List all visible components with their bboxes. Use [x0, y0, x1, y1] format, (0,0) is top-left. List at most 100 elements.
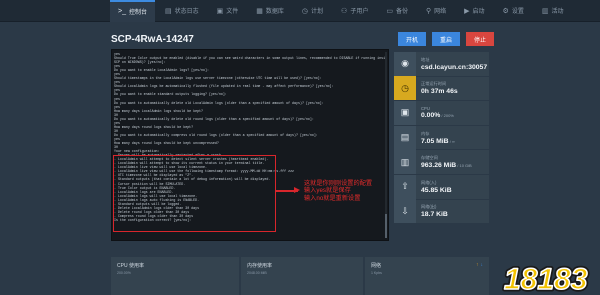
nav-label: 计划: [311, 9, 324, 15]
stat-value: 0.00%: [421, 112, 441, 120]
nav-icon: ▥: [541, 7, 549, 15]
nav-icon: ▦: [256, 7, 263, 15]
stat-wifi: ◉ 地址 csd.lcayun.cn:30057: [394, 51, 489, 77]
nav-label: 文件: [226, 9, 239, 15]
network-card: 网络 1 Kpbs ↑ ↓: [365, 257, 489, 295]
stat-value-row: csd.lcayun.cn:30057: [421, 64, 487, 71]
server-stats: ◉ 地址 csd.lcayun.cn:30057 ◷ 正常运行时间 0h 37m 46s ▣…: [394, 51, 489, 225]
nav-item-1[interactable]: ▤ 状态日志: [157, 0, 207, 22]
card-value: 200.00%: [117, 271, 131, 275]
nav-label: 子用户: [350, 9, 369, 15]
stat-label: 正常运行时间: [421, 81, 447, 87]
stat-upload: ⇧ 网络(入) 45.85 KiB: [394, 174, 489, 200]
disk-icon: ▥: [394, 150, 416, 175]
cpu-usage-card: CPU 使用率 200.00%: [111, 257, 239, 295]
stat-unit: / 10 GiB: [456, 163, 472, 169]
nav-item-2[interactable]: ▣ 文件: [209, 0, 247, 22]
card-title: 网络: [371, 263, 382, 269]
nav-item-8[interactable]: ▶ 启动: [456, 0, 492, 22]
stat-label: 网络(出): [421, 204, 437, 210]
watermark-text: 18183: [504, 263, 588, 295]
nav-item-3[interactable]: ▦ 数据库: [248, 0, 292, 22]
upload-icon: ⇧: [394, 174, 416, 199]
nav-label: 数据库: [265, 9, 284, 15]
nav-item-0[interactable]: >_ 控制台: [110, 0, 155, 22]
nav-icon: ⚇: [341, 7, 348, 15]
watermark-logo: 18183 18183: [502, 261, 591, 295]
stat-memory: ▤ 内存 7.05 MiB / ∞: [394, 125, 489, 151]
stat-text: 正常运行时间 0h 37m 46s: [416, 81, 458, 95]
memory-icon: ▤: [394, 125, 416, 150]
nav-label: 网络: [434, 9, 447, 15]
stat-value: 963.26 MiB: [421, 162, 457, 170]
annotation-line: 输入no就是重新设置: [304, 194, 361, 202]
stat-value: 0h 37m 46s: [421, 88, 458, 96]
cpu-icon: ▣: [394, 100, 416, 125]
stat-value-row: 18.7 KiB: [421, 211, 448, 218]
nav-icon: ▤: [165, 7, 172, 15]
stat-label: 内存: [421, 130, 430, 136]
stat-label: 地址: [421, 56, 430, 62]
network-legend: ↑ ↓: [476, 262, 483, 268]
stat-disk: ▥ 存储空间 963.26 MiB / 10 GiB: [394, 150, 489, 175]
nav-item-9[interactable]: ⚙ 设置: [495, 0, 532, 22]
memory-usage-card: 内存使用率 2048.00 MiB: [241, 257, 363, 295]
stat-text: 存储空间 963.26 MiB / 10 GiB: [416, 155, 472, 169]
console-scroll-thumb[interactable]: [385, 214, 387, 238]
top-nav: >_ 控制台 ▤ 状态日志 ▣ 文件 ▦ 数据库 ◷ 计划 ⚇ 子用户 ▭ 备份 ⚲ 网络 ▶ 启动 ⚙ 设置 ▥ 活动: [0, 0, 600, 22]
stat-label: 存储空间: [421, 155, 438, 161]
nav-label: 启动: [472, 9, 485, 15]
nav-label: 状态日志: [174, 9, 199, 15]
stat-cpu: ▣ CPU 0.00% / 200%: [394, 100, 489, 126]
nav-icon: ⚲: [425, 7, 432, 15]
stat-value-row: 0.00% / 200%: [421, 112, 454, 119]
stat-value-row: 7.05 MiB / ∞: [421, 138, 455, 145]
clock-icon: ◷: [394, 76, 416, 101]
annotation-line: 输入yes就是保存: [304, 187, 351, 195]
nav-icon: ▣: [216, 7, 224, 15]
card-title: 内存使用率: [247, 263, 273, 269]
stat-text: 内存 7.05 MiB / ∞: [416, 131, 455, 145]
nav-label: 备份: [395, 9, 408, 15]
stat-text: 网络(入) 45.85 KiB: [416, 180, 452, 194]
card-title: CPU 使用率: [117, 263, 144, 269]
nav-icon: ▶: [464, 7, 470, 15]
download-icon: ⇩: [394, 199, 416, 224]
stop-button[interactable]: 停止: [466, 32, 494, 46]
restart-button[interactable]: 重启: [432, 32, 460, 46]
power-actions: 开机 重启 停止: [398, 32, 494, 46]
wifi-icon: ◉: [394, 51, 416, 76]
nav-label: 活动: [551, 9, 564, 15]
config-highlight-box: [113, 155, 276, 232]
stat-value: 45.85 KiB: [421, 186, 452, 194]
stat-label: 网络(入): [421, 179, 437, 185]
stat-unit: / 200%: [440, 113, 454, 119]
nav-icon: ▭: [386, 7, 393, 15]
nav-label: 设置: [511, 9, 524, 15]
annotation-arrow-head: [294, 187, 300, 193]
arrow-up-icon: ↑: [476, 262, 479, 268]
card-value: 1 Kpbs: [371, 271, 382, 275]
stat-value-row: 0h 37m 46s: [421, 88, 458, 95]
nav-label: 控制台: [128, 10, 147, 16]
start-button[interactable]: 开机: [398, 32, 426, 46]
stat-unit: / ∞: [448, 138, 455, 144]
stat-value-row: 45.85 KiB: [421, 187, 452, 194]
nav-item-10[interactable]: ▥ 活动: [534, 0, 572, 22]
card-value: 2048.00 MiB: [247, 271, 267, 275]
stat-text: 地址 csd.lcayun.cn:30057: [416, 57, 487, 71]
annotation-text: 这就是你刚刚设置的配置 输入yes就是保存 输入no就是重新设置: [304, 180, 372, 202]
stat-text: 网络(出) 18.7 KiB: [416, 204, 448, 218]
nav-item-6[interactable]: ▭ 备份: [378, 0, 416, 22]
stat-value: csd.lcayun.cn:30057: [421, 63, 488, 71]
nav-icon: ⚙: [502, 7, 509, 15]
nav-item-4[interactable]: ◷ 计划: [294, 0, 331, 22]
console-scrollbar[interactable]: [385, 52, 387, 238]
stat-value: 18.7 KiB: [421, 211, 448, 219]
stat-value: 7.05 MiB: [421, 137, 449, 145]
nav-item-7[interactable]: ⚲ 网络: [418, 0, 454, 22]
stat-text: CPU 0.00% / 200%: [416, 106, 454, 119]
arrow-down-icon: ↓: [480, 262, 484, 268]
nav-item-5[interactable]: ⚇ 子用户: [333, 0, 376, 22]
server-title: SCP-4RwA-14247: [111, 34, 194, 45]
